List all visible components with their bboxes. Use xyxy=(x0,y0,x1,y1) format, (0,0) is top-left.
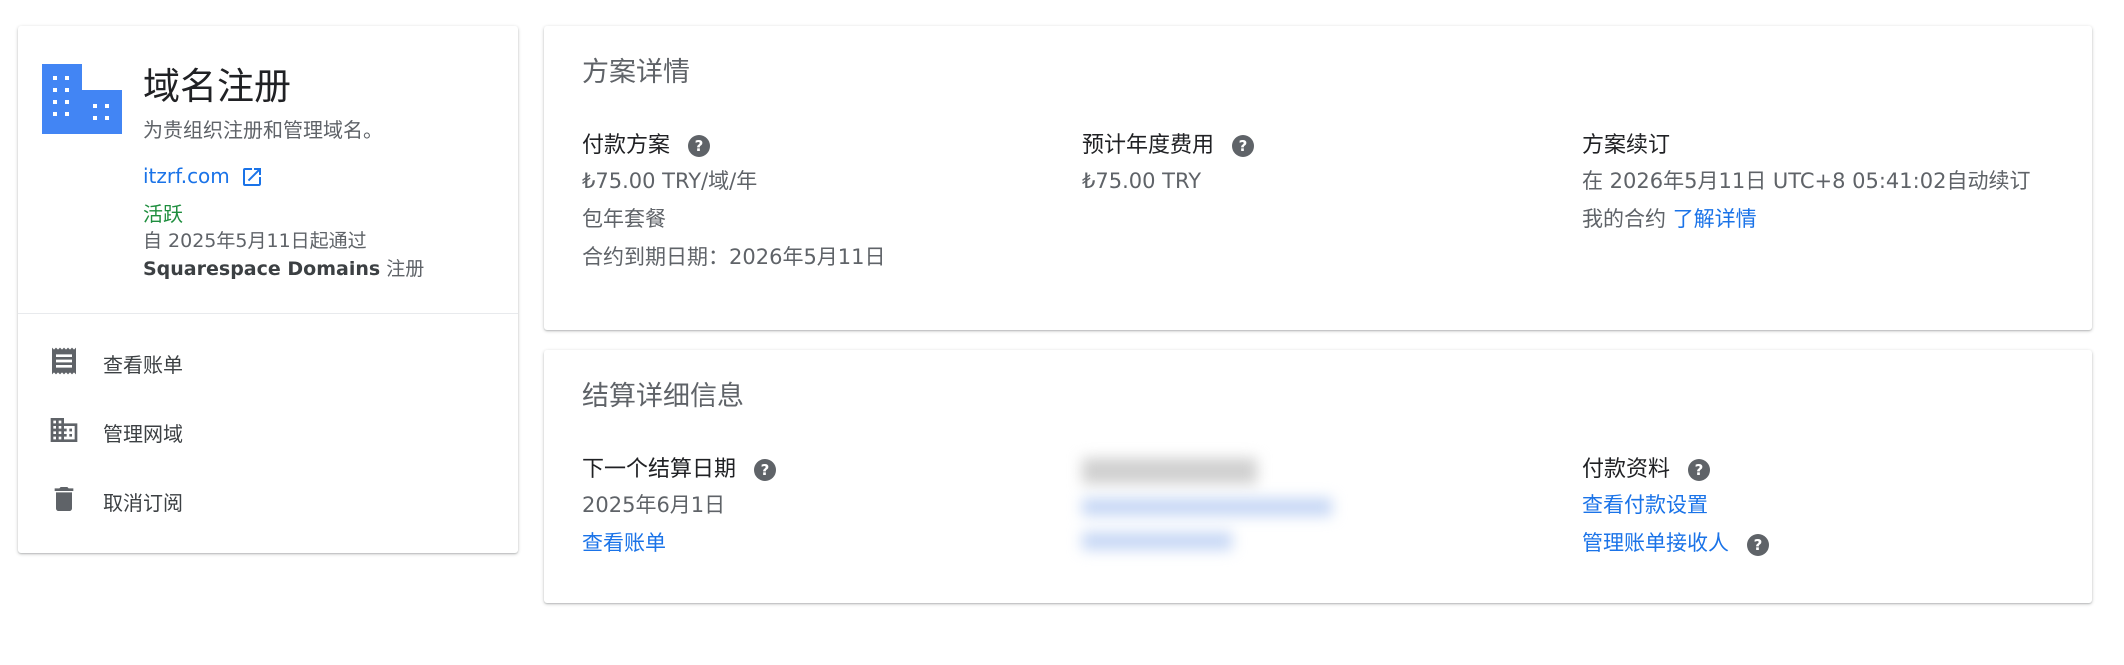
plan-details-title: 方案详情 xyxy=(582,57,690,88)
registration-since: 自 2025年5月11日起通过 xyxy=(143,230,367,252)
help-icon[interactable]: ? xyxy=(754,459,777,481)
menu-label: 管理网域 xyxy=(103,422,183,446)
payment-profile-label: 付款资料 xyxy=(1582,457,1671,482)
payment-plan-label: 付款方案 xyxy=(582,133,671,158)
receipt-icon xyxy=(52,347,76,375)
renewal-label: 方案续订 xyxy=(1582,133,1671,158)
plan-price: ₺75.00 TRY/域/年 xyxy=(582,169,758,193)
domain-registration-card: 域名注册 为贵组织注册和管理域名。 itzrf.com 活跃 自 2025年5月… xyxy=(18,26,518,553)
contract-line: 我的合约 了解详情 xyxy=(1582,200,2030,238)
help-icon[interactable]: ? xyxy=(688,135,711,157)
renewal-field: 方案续订 在 2026年5月11日 UTC+8 05:41:02自动续订 我的合… xyxy=(1582,130,2030,238)
registrar-text: Squarespace Domains 注册 xyxy=(143,254,424,281)
billing-details-title: 结算详细信息 xyxy=(582,381,744,412)
annual-cost-label: 预计年度费用 xyxy=(1082,133,1215,158)
trash-icon xyxy=(54,487,74,511)
domain-header: 域名注册 为贵组织注册和管理域名。 itzrf.com 活跃 自 2025年5月… xyxy=(18,26,518,314)
status-badge: 活跃 xyxy=(143,202,183,226)
contract-expiry: 合约到期日期：2026年5月11日 xyxy=(582,245,886,269)
payment-plan-field: 付款方案 ? ₺75.00 TRY/域/年 包年套餐 合约到期日期：2026年5… xyxy=(582,130,886,276)
building-icon xyxy=(42,64,122,134)
view-payment-settings-link[interactable]: 查看付款设置 xyxy=(1582,486,1769,524)
renewal-text: 在 2026年5月11日 UTC+8 05:41:02自动续订 xyxy=(1582,169,2031,193)
card-subtitle: 为贵组织注册和管理域名。 xyxy=(143,118,383,142)
card-title: 域名注册 xyxy=(143,65,291,108)
menu-manage-domain[interactable]: 管理网域 xyxy=(18,400,518,460)
menu-label: 取消订阅 xyxy=(103,491,183,515)
plan-type: 包年套餐 xyxy=(582,207,666,231)
help-icon[interactable]: ? xyxy=(1688,459,1711,481)
menu-label: 查看账单 xyxy=(103,353,183,377)
plan-details-card: 方案详情 付款方案 ? ₺75.00 TRY/域/年 包年套餐 合约到期日期：2… xyxy=(544,26,2092,330)
open-in-new-icon[interactable] xyxy=(240,165,264,189)
annual-cost-value: ₺75.00 TRY xyxy=(1082,169,1202,193)
menu-cancel-subscription[interactable]: 取消订阅 xyxy=(18,469,518,529)
manage-billing-recipients-link[interactable]: 管理账单接收人 xyxy=(1582,531,1729,555)
next-billing-date: 2025年6月1日 xyxy=(582,493,726,517)
help-icon[interactable]: ? xyxy=(1232,135,1255,157)
registrar-name: Squarespace Domains xyxy=(143,258,381,280)
learn-more-link[interactable]: 了解详情 xyxy=(1673,207,1757,231)
contract-prefix: 我的合约 xyxy=(1582,207,1673,231)
domain-link[interactable]: itzrf.com xyxy=(143,164,230,188)
menu-view-bill[interactable]: 查看账单 xyxy=(18,331,518,391)
next-billing-label: 下一个结算日期 xyxy=(582,457,737,482)
next-billing-field: 下一个结算日期 ? 2025年6月1日 查看账单 xyxy=(582,454,777,562)
registrar-suffix: 注册 xyxy=(380,258,425,280)
domain-icon xyxy=(50,418,78,442)
payment-profile-field: 付款资料 ? 查看付款设置 管理账单接收人? xyxy=(1582,454,1769,562)
annual-cost-field: 预计年度费用 ? ₺75.00 TRY xyxy=(1082,130,1255,200)
view-bill-link[interactable]: 查看账单 xyxy=(582,524,776,562)
billing-details-card: 结算详细信息 下一个结算日期 ? 2025年6月1日 查看账单 付款资料 ? 查… xyxy=(544,350,2092,603)
help-icon[interactable]: ? xyxy=(1747,534,1769,556)
